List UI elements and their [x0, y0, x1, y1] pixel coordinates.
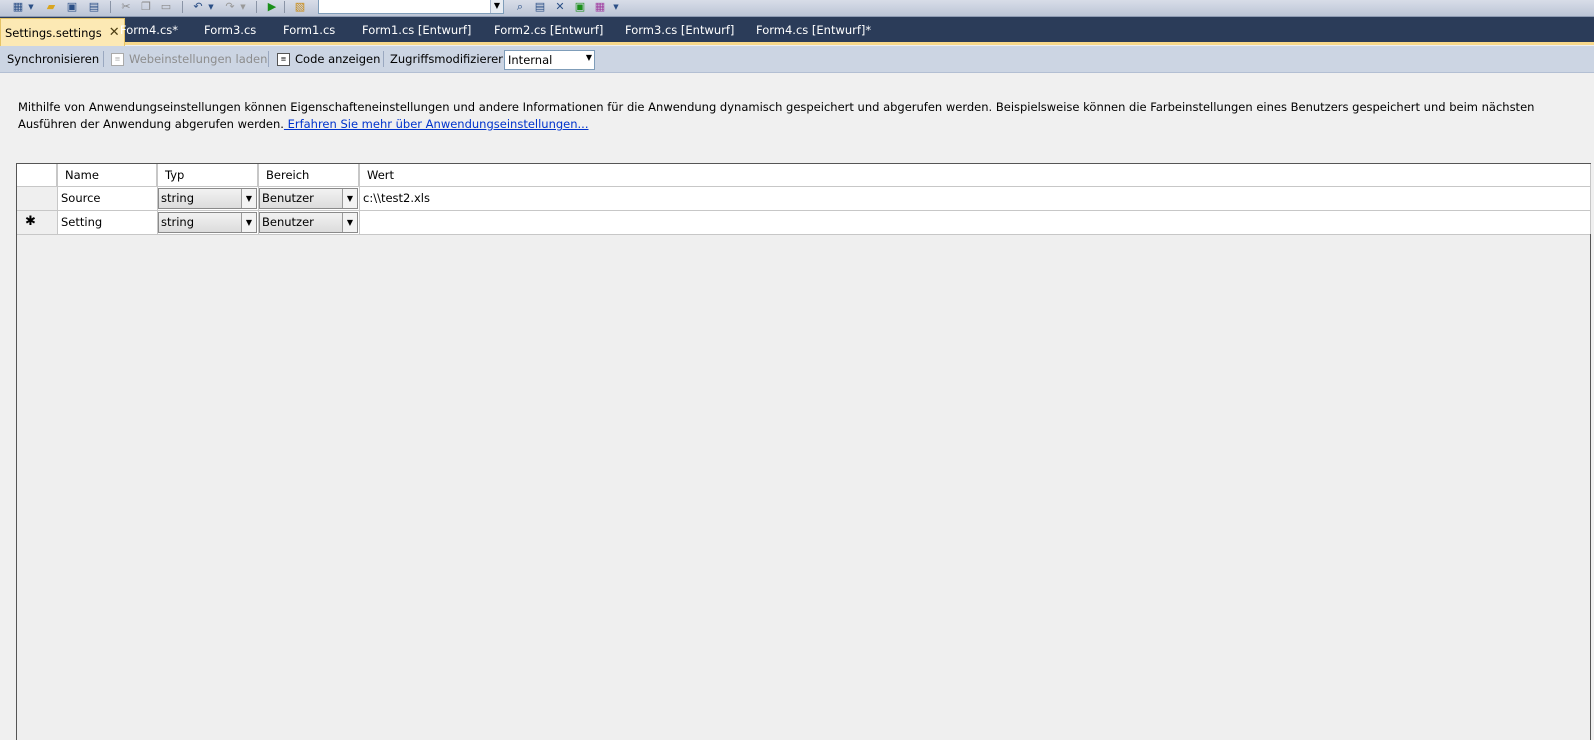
redo-icon[interactable]: ↷ — [222, 0, 238, 14]
type-select[interactable]: string ▼ — [158, 212, 257, 233]
scope-select[interactable]: Benutzer ▼ — [259, 212, 358, 233]
type-select[interactable]: string ▼ — [158, 188, 257, 209]
new-item-icon[interactable]: ▦ — [10, 0, 26, 14]
undo-dropdown-icon[interactable]: ▼ — [207, 0, 215, 14]
column-header-type[interactable]: Typ — [157, 164, 258, 186]
settings-grid: Name Typ Bereich Wert Source string ▼ Be… — [16, 163, 1591, 740]
view-code-button[interactable]: Code anzeigen — [295, 52, 380, 66]
tab-form4-cs[interactable]: Form4.cs* — [120, 19, 178, 42]
row-header-corner — [17, 164, 57, 186]
scope-select[interactable]: Benutzer ▼ — [259, 188, 358, 209]
settings-designer-toolbar: Synchronisieren ≡ Webeinstellungen laden… — [0, 46, 1594, 73]
new-row-icon: ✱ — [25, 214, 36, 229]
tab-form4-design[interactable]: Form4.cs [Entwurf]* — [756, 19, 871, 42]
paste-icon[interactable]: ▭ — [158, 0, 174, 14]
copy-icon[interactable]: ❐ — [138, 0, 154, 14]
learn-more-link[interactable]: Erfahren Sie mehr über Anwendungseinstel… — [284, 117, 589, 131]
save-icon[interactable]: ▣ — [64, 0, 80, 14]
setting-name-cell[interactable]: Setting — [61, 211, 157, 233]
cut-icon[interactable]: ✂ — [118, 0, 134, 14]
column-header-scope[interactable]: Bereich — [258, 164, 359, 186]
close-icon[interactable]: ✕ — [109, 19, 120, 47]
toolbar-options-icon[interactable]: ▼ — [612, 0, 620, 14]
tab-form2-design[interactable]: Form2.cs [Entwurf] — [494, 19, 603, 42]
column-header-value[interactable]: Wert — [359, 164, 1590, 186]
chevron-down-icon[interactable]: ▼ — [241, 213, 256, 232]
chevron-down-icon[interactable]: ▼ — [241, 189, 256, 208]
access-modifier-label: Zugriffsmodifizierer: — [390, 52, 507, 66]
column-header-name[interactable]: Name — [57, 164, 157, 186]
tab-form1-cs[interactable]: Form1.cs — [283, 19, 335, 42]
document-tabs: Settings.settings ✕ Form4.cs* Form3.cs F… — [0, 17, 1594, 46]
chevron-down-icon[interactable]: ▼ — [342, 189, 357, 208]
find-icon[interactable]: ⌕ — [512, 0, 528, 14]
solution-config-combo[interactable]: ▼ — [318, 0, 504, 14]
synchronize-button[interactable]: Synchronisieren — [7, 52, 99, 66]
properties-icon[interactable]: ✕ — [552, 0, 568, 14]
description: Mithilfe von Anwendungseinstellungen kön… — [18, 100, 1535, 131]
undo-icon[interactable]: ↶ — [190, 0, 206, 14]
dropdown-arrow-icon[interactable]: ▼ — [27, 0, 35, 14]
setting-value-cell[interactable]: c:\\test2.xls — [363, 187, 1563, 209]
open-icon[interactable]: ▰ — [43, 0, 59, 14]
setting-value-cell[interactable] — [363, 211, 1563, 233]
web-settings-icon: ≡ — [111, 53, 124, 66]
view-code-icon: ≡ — [277, 53, 290, 66]
access-modifier-select[interactable]: Internal ▼ — [504, 50, 595, 70]
tab-settings[interactable]: Settings.settings ✕ — [0, 18, 125, 46]
save-all-icon[interactable]: ▤ — [86, 0, 102, 14]
chevron-down-icon: ▼ — [490, 0, 503, 13]
tab-form1-design[interactable]: Form1.cs [Entwurf] — [362, 19, 471, 42]
load-web-settings-button[interactable]: Webeinstellungen laden — [129, 52, 267, 66]
setting-name-cell[interactable]: Source — [61, 187, 157, 209]
solution-explorer-icon[interactable]: ▤ — [532, 0, 548, 14]
tab-form3-design[interactable]: Form3.cs [Entwurf] — [625, 19, 734, 42]
standard-toolbar: ▦ ▼ ▰ ▣ ▤ ✂ ❐ ▭ ↶ ▼ ↷ ▼ ▶ ▧ ▼ ⌕ ▤ ✕ ▣ ▦ … — [0, 0, 1594, 17]
redo-dropdown-icon[interactable]: ▼ — [239, 0, 247, 14]
toolbox-icon[interactable]: ▣ — [572, 0, 588, 14]
object-browser-icon[interactable]: ▦ — [592, 0, 608, 14]
start-debug-icon[interactable]: ▶ — [264, 0, 280, 14]
chevron-down-icon: ▼ — [585, 53, 592, 62]
tab-form3-cs[interactable]: Form3.cs — [204, 19, 256, 42]
chevron-down-icon[interactable]: ▼ — [342, 213, 357, 232]
configuration-icon[interactable]: ▧ — [292, 0, 308, 14]
